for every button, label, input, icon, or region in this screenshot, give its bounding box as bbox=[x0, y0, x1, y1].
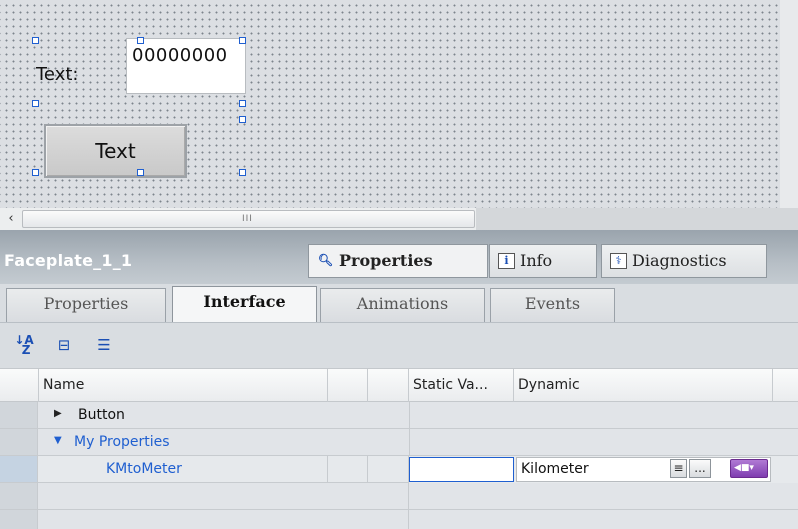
properties-icon: 🔍︎ bbox=[317, 253, 334, 267]
row-cell bbox=[38, 483, 409, 510]
row-cell bbox=[409, 429, 798, 456]
selection-handle[interactable] bbox=[239, 116, 246, 123]
selection-handle[interactable] bbox=[239, 169, 246, 176]
inspector-title: Faceplate_1_1 bbox=[4, 251, 133, 270]
header-name[interactable]: Name bbox=[39, 369, 328, 402]
table-row[interactable]: ▼ My Properties bbox=[0, 429, 798, 456]
collapse-arrow-icon[interactable]: ▼ bbox=[54, 435, 62, 446]
header-dynamic[interactable]: Dynamic bbox=[514, 369, 773, 402]
row-cell bbox=[409, 402, 798, 429]
table-row[interactable] bbox=[0, 483, 798, 510]
selection-handle[interactable] bbox=[137, 37, 144, 44]
selection-handle[interactable] bbox=[32, 100, 39, 107]
tab-label: Properties bbox=[339, 251, 433, 270]
row-gutter bbox=[0, 483, 38, 510]
inspector-subtabs: Properties Interface Animations Events bbox=[0, 284, 798, 323]
header-col[interactable] bbox=[773, 369, 798, 402]
selection-handle[interactable] bbox=[239, 37, 246, 44]
scrollbar-thumb[interactable]: III bbox=[22, 210, 475, 228]
selection-handle[interactable] bbox=[137, 169, 144, 176]
subtab-properties[interactable]: Properties bbox=[6, 288, 166, 322]
selection-handle[interactable] bbox=[239, 100, 246, 107]
selection-handle[interactable] bbox=[32, 37, 39, 44]
dynamic-value: Kilometer bbox=[521, 461, 589, 477]
tag-icon[interactable]: ◀■▾ bbox=[730, 459, 768, 478]
property-name: KMtoMeter bbox=[106, 461, 182, 477]
canvas-edge bbox=[780, 0, 798, 208]
more-button[interactable]: ... bbox=[689, 459, 711, 478]
sort-ascending-icon[interactable]: ↓A Z bbox=[14, 334, 34, 356]
table-header: Name Static Va... Dynamic bbox=[0, 368, 798, 402]
row-cell bbox=[38, 510, 409, 529]
table-row[interactable] bbox=[0, 510, 798, 529]
interface-table: Name Static Va... Dynamic ▶ Button ▼ My … bbox=[0, 368, 798, 529]
row-name: Button bbox=[78, 407, 125, 423]
subtab-interface[interactable]: Interface bbox=[172, 286, 317, 323]
tab-label: Info bbox=[520, 251, 553, 270]
row-cell bbox=[409, 483, 798, 510]
static-value-input[interactable] bbox=[409, 457, 514, 482]
scroll-left-icon[interactable]: ‹ bbox=[2, 210, 20, 228]
expand-arrow-icon[interactable]: ▶ bbox=[54, 408, 62, 419]
header-static-value[interactable]: Static Va... bbox=[409, 369, 514, 402]
collapse-icon[interactable]: ⊟ bbox=[54, 335, 74, 355]
tab-info[interactable]: i Info bbox=[489, 244, 597, 278]
tab-properties[interactable]: 🔍︎ Properties bbox=[308, 244, 488, 278]
selection-handle[interactable] bbox=[32, 169, 39, 176]
header-col[interactable] bbox=[368, 369, 409, 402]
list-icon[interactable]: ≡ bbox=[670, 459, 687, 478]
interface-toolbar: ↓A Z ⊟ ☰ bbox=[0, 322, 798, 368]
horizontal-scrollbar[interactable]: ‹ III bbox=[0, 208, 798, 230]
row-gutter bbox=[0, 510, 38, 529]
table-row[interactable]: KMtoMeter Kilometer ≡ ... ◀■▾ bbox=[0, 456, 798, 483]
io-field[interactable]: 00000000 bbox=[126, 38, 246, 94]
info-icon: i bbox=[498, 253, 515, 269]
subtab-animations[interactable]: Animations bbox=[320, 288, 485, 322]
canvas-button[interactable]: Text bbox=[44, 124, 187, 178]
expand-list-icon[interactable]: ☰ bbox=[94, 335, 114, 355]
io-field-value: 00000000 bbox=[132, 45, 228, 66]
row-cell bbox=[328, 456, 368, 483]
screen-canvas[interactable]: Text: 00000000 Text bbox=[0, 0, 798, 208]
row-cell bbox=[368, 456, 409, 483]
scrollbar-grip: III bbox=[242, 214, 253, 224]
row-gutter bbox=[0, 429, 38, 456]
header-col[interactable] bbox=[328, 369, 368, 402]
row-gutter bbox=[0, 402, 38, 429]
header-gutter bbox=[0, 369, 39, 402]
row-cell bbox=[38, 456, 328, 483]
text-label[interactable]: Text: bbox=[36, 64, 78, 85]
tab-label: Diagnostics bbox=[632, 251, 727, 270]
tab-diagnostics[interactable]: ⚕ Diagnostics bbox=[601, 244, 767, 278]
row-cell bbox=[409, 510, 798, 529]
row-gutter bbox=[0, 456, 38, 483]
scrollbar-track[interactable] bbox=[476, 208, 798, 230]
diagnostics-icon: ⚕ bbox=[610, 253, 627, 269]
inspector-title-bar: Faceplate_1_1 🔍︎ Properties i Info ⚕ Dia… bbox=[0, 230, 798, 284]
subtab-events[interactable]: Events bbox=[490, 288, 615, 322]
table-row[interactable]: ▶ Button bbox=[0, 402, 798, 429]
row-name: My Properties bbox=[74, 434, 170, 450]
